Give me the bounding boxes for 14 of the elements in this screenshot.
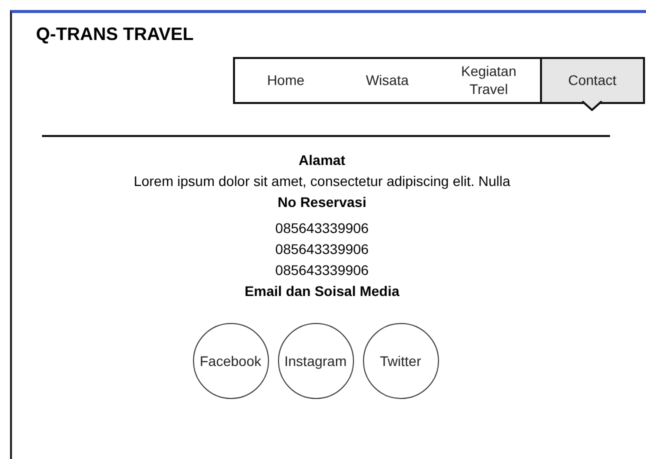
social-button[interactable]: Instagram [278,323,354,399]
nav-tab[interactable]: Kegiatan Travel [438,59,540,102]
address-text: Lorem ipsum dolor sit amet, consectetur adipiscing elit. Nulla [134,172,510,191]
section-heading: No Reservasi [278,193,366,212]
social-button[interactable]: Twitter [362,323,438,399]
phone-number: 085643339906 [275,240,369,259]
nav-tab[interactable]: Home [235,59,336,102]
phone-number: 085643339906 [275,219,369,238]
site-title: Q-TRANS TRAVEL [35,23,195,45]
section-heading: Alamat [298,151,346,170]
phone-number: 085643339906 [275,261,369,280]
nav-tab[interactable]: Wisata [336,59,438,102]
section-heading: Email dan Soisal Media [244,282,400,301]
social-button[interactable]: Facebook [192,323,268,399]
